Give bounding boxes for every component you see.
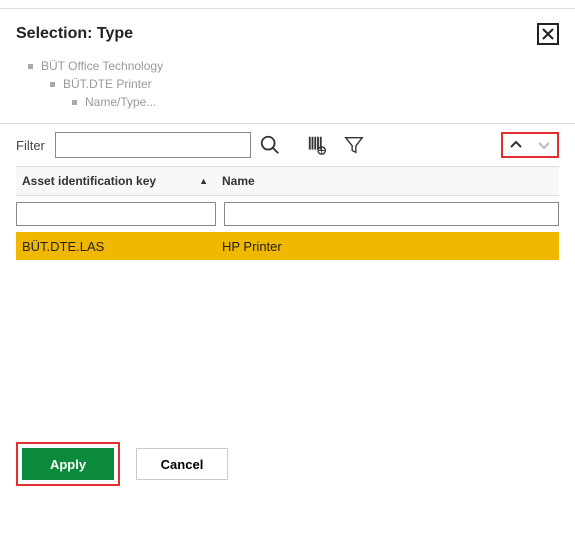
dialog-footer: Apply Cancel xyxy=(0,432,575,504)
tree-item-label: BÜT.DTE Printer xyxy=(63,77,152,91)
filter-bar: Filter xyxy=(0,124,575,166)
filter-label: Filter xyxy=(16,138,45,153)
type-tree: BÜT Office Technology BÜT.DTE Printer Na… xyxy=(0,57,575,123)
column-filter-name[interactable] xyxy=(224,202,559,226)
sort-asc-icon: ▲ xyxy=(199,176,208,186)
grid-header: Asset identification key ▲ Name xyxy=(16,166,559,196)
search-button[interactable] xyxy=(257,132,283,158)
collapse-button[interactable] xyxy=(507,136,525,154)
tree-item[interactable]: BÜT Office Technology xyxy=(28,57,559,75)
close-button[interactable] xyxy=(537,23,559,45)
bullet-icon xyxy=(28,64,33,69)
filter-button[interactable] xyxy=(341,132,367,158)
tree-item[interactable]: Name/Type... xyxy=(28,93,559,111)
selection-dialog: Selection: Type BÜT Office Technology BÜ… xyxy=(0,8,575,504)
barcode-settings-button[interactable] xyxy=(305,132,331,158)
chevron-down-icon xyxy=(537,138,551,152)
column-filter-key[interactable] xyxy=(16,202,216,226)
funnel-icon xyxy=(343,134,365,156)
dialog-header: Selection: Type xyxy=(0,9,575,57)
tree-item-label: Name/Type... xyxy=(85,95,156,109)
column-header-key[interactable]: Asset identification key ▲ xyxy=(16,174,216,188)
bullet-icon xyxy=(72,100,77,105)
grid-body: BÜT.DTE.LAS HP Printer xyxy=(16,232,559,432)
tree-item-label: BÜT Office Technology xyxy=(41,59,163,73)
chevron-up-icon xyxy=(509,138,523,152)
filter-input[interactable] xyxy=(55,132,251,158)
grid-filter-row xyxy=(16,196,559,232)
bullet-icon xyxy=(50,82,55,87)
column-header-label: Name xyxy=(222,174,255,188)
dialog-title: Selection: Type xyxy=(16,25,133,43)
cancel-button[interactable]: Cancel xyxy=(136,448,228,480)
cell-key: BÜT.DTE.LAS xyxy=(16,239,216,254)
column-header-label: Asset identification key xyxy=(22,174,156,188)
barcode-icon xyxy=(307,134,329,156)
tree-item[interactable]: BÜT.DTE Printer xyxy=(28,75,559,93)
search-icon xyxy=(259,134,281,156)
apply-highlight: Apply xyxy=(16,442,120,486)
table-row[interactable]: BÜT.DTE.LAS HP Printer xyxy=(16,232,559,260)
expand-collapse-group xyxy=(501,132,559,158)
apply-button[interactable]: Apply xyxy=(22,448,114,480)
cell-name: HP Printer xyxy=(216,239,559,254)
results-grid: Asset identification key ▲ Name BÜT.DTE.… xyxy=(0,166,575,432)
column-header-name[interactable]: Name xyxy=(216,174,559,188)
close-icon xyxy=(542,28,554,40)
expand-button[interactable] xyxy=(535,136,553,154)
